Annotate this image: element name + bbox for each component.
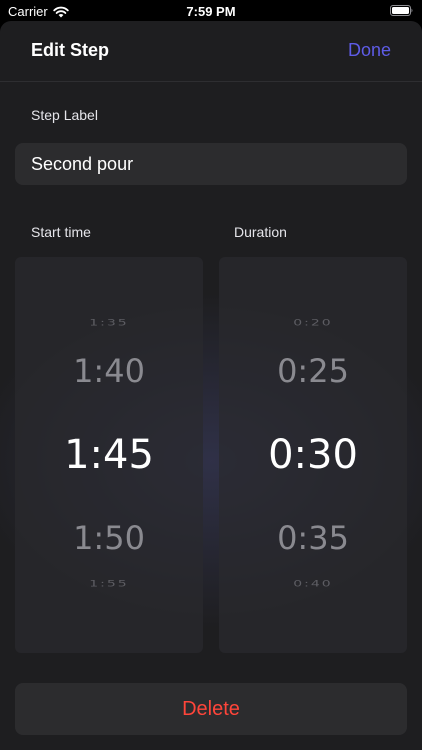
screen: Carrier 7:59 PM Edit Step Done Step Labe…	[0, 0, 422, 750]
duration-option[interactable]: 0:40	[219, 579, 407, 588]
duration-heading: Duration	[234, 224, 287, 240]
status-time: 7:59 PM	[186, 4, 236, 19]
nav-bar: Edit Step Done	[0, 21, 422, 82]
start-time-heading: Start time	[31, 224, 91, 240]
start-time-option[interactable]: 1:40	[15, 355, 203, 387]
battery-icon	[390, 5, 413, 16]
step-label-heading: Step Label	[31, 107, 98, 123]
duration-option[interactable]: 0:35	[219, 522, 407, 554]
duration-option[interactable]: 0:25	[219, 355, 407, 387]
duration-option[interactable]: 0:20	[219, 318, 407, 327]
delete-button[interactable]: Delete	[15, 683, 407, 735]
duration-selected[interactable]: 0:30	[219, 435, 407, 475]
done-button[interactable]: Done	[348, 40, 391, 61]
duration-picker[interactable]: 0:20 0:25 0:30 0:35 0:40	[219, 257, 407, 653]
start-time-selected[interactable]: 1:45	[15, 435, 203, 475]
start-time-option[interactable]: 1:35	[15, 318, 203, 327]
start-time-picker[interactable]: 1:35 1:40 1:45 1:50 1:55	[15, 257, 203, 653]
status-bar: Carrier 7:59 PM	[0, 0, 422, 22]
step-label-input[interactable]: Second pour	[15, 143, 407, 185]
start-time-option[interactable]: 1:50	[15, 522, 203, 554]
nav-title: Edit Step	[31, 40, 110, 60]
edit-step-sheet: Edit Step Done Step Label Second pour St…	[0, 21, 422, 750]
start-time-option[interactable]: 1:55	[15, 579, 203, 588]
